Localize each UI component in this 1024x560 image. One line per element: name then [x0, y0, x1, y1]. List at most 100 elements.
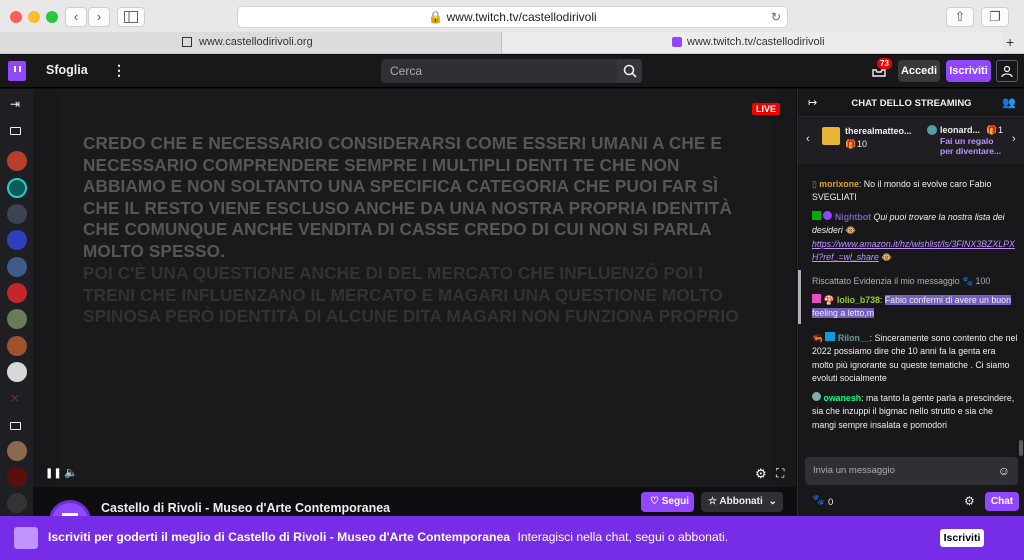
video-camera-icon — [10, 422, 21, 430]
gift-icon — [822, 127, 840, 145]
redemption-notice: Riscattato Evidenzia il mio messaggio 🐾 … — [812, 275, 1018, 288]
emoji-picker-icon[interactable]: ☺ — [998, 457, 1010, 485]
tab-castellodirivoli-org[interactable]: www.castellodirivoli.org — [0, 32, 502, 53]
gift-leaderboard: ‹ therealmatteo... 🎁 10 leonard... 🎁 1 F… — [798, 118, 1024, 164]
search-input[interactable]: Cerca — [381, 59, 617, 83]
browse-link[interactable]: Sfoglia — [46, 63, 88, 77]
banner-headline: Iscriviti per goderti il meglio di Caste… — [48, 530, 511, 544]
chevron-right-icon[interactable]: › — [1012, 133, 1016, 145]
channel-avatar[interactable] — [7, 257, 27, 277]
banner-signup-button[interactable]: Iscriviti — [940, 529, 984, 547]
fullscreen-icon[interactable]: ⛶ — [776, 466, 784, 481]
badge-icon: 🍄 — [823, 295, 835, 305]
chat-message-input[interactable]: Invia un messaggio ☺ — [805, 457, 1018, 485]
chat-username[interactable]: morixone — [819, 179, 859, 189]
channel-avatar[interactable] — [7, 362, 27, 382]
gift-count-icon: 🎁 — [986, 125, 998, 135]
more-options-icon[interactable]: ⋮ — [112, 62, 126, 79]
redemption-text: Riscattato Evidenzia il mio messaggio — [812, 276, 960, 286]
follow-label: Segui — [661, 496, 689, 507]
badge-icon: 🦐 — [812, 333, 823, 343]
gifter-count: 1 — [998, 125, 1004, 135]
badge-icon — [812, 294, 821, 303]
tab-twitch[interactable]: www.twitch.tv/castellodirivoli — [503, 32, 1003, 53]
chat-username[interactable]: owanesh — [823, 393, 861, 403]
banner-subtext: Interagisci nella chat, segui o abbonati… — [517, 530, 729, 544]
pause-icon[interactable]: ❚❚ — [45, 468, 62, 479]
send-chat-button[interactable]: Chat — [985, 492, 1019, 511]
share-button[interactable]: ⇧ — [946, 7, 974, 27]
gifter-name[interactable]: therealmatteo... — [845, 126, 912, 136]
volume-icon[interactable]: 🔈 — [64, 466, 78, 479]
twitch-logo-icon[interactable] — [8, 61, 26, 81]
channel-avatar[interactable] — [7, 493, 27, 513]
chat-message: Nightbot Qui puoi trovare la nostra list… — [812, 211, 1018, 265]
gift-promo-link[interactable]: Fai un regalo per diventare... — [940, 136, 1002, 156]
channel-avatar[interactable] — [7, 336, 27, 356]
search-button[interactable] — [617, 59, 642, 83]
channel-avatar[interactable] — [7, 204, 27, 224]
channel-avatar[interactable] — [7, 283, 27, 303]
back-button[interactable]: ‹ — [65, 7, 87, 27]
favicon-icon — [182, 37, 192, 47]
chevron-left-icon[interactable]: ‹ — [806, 133, 810, 145]
chat-message: owanesh: ma tanto la gente parla a presc… — [812, 392, 1015, 430]
gifter-name[interactable]: leonard... — [940, 125, 980, 135]
chat-title: CHAT DELLO STREAMING — [851, 98, 972, 109]
chat-scrollbar[interactable] — [1019, 440, 1023, 456]
tab-overview-button[interactable]: ❐ — [981, 7, 1009, 27]
channel-name[interactable]: Castello di Rivoli - Museo d'Arte Contem… — [101, 501, 390, 515]
channel-avatar[interactable] — [7, 178, 27, 198]
user-avatar — [927, 125, 937, 135]
video-player[interactable]: Credo che e necessario considerarsi come… — [33, 89, 796, 487]
forward-button[interactable]: › — [88, 7, 110, 27]
community-icon[interactable]: 👥 — [1002, 96, 1016, 109]
new-tab-button[interactable]: + — [1006, 32, 1024, 53]
channel-avatar[interactable] — [7, 467, 27, 487]
caption-text-next: Poi c'è una questione anche di del merca… — [83, 263, 739, 326]
video-camera-icon — [10, 127, 21, 135]
chat-link[interactable]: https://www.amazon.it/hz/wishlist/ls/3FI… — [812, 239, 1015, 262]
channel-avatar[interactable] — [7, 441, 27, 461]
address-text: www.twitch.tv/castellodirivoli — [446, 10, 597, 24]
expand-sidebar-icon[interactable]: ⇥ — [10, 97, 20, 111]
top-navigation: Sfoglia ⋮ Cerca 73 Accedi Iscriviti — [0, 55, 1024, 88]
notifications-button[interactable]: 73 — [872, 58, 892, 77]
heart-icon: ♡ — [650, 496, 659, 507]
search-icon — [623, 64, 637, 78]
emote-icon: 🐵 — [845, 225, 857, 236]
close-window-button[interactable] — [10, 11, 22, 23]
subscribe-button[interactable]: ☆ Abbonati ⌄ — [701, 492, 783, 512]
channel-avatar[interactable] — [7, 309, 27, 329]
follow-button[interactable]: ♡ Segui — [641, 492, 694, 512]
notification-badge: 73 — [877, 58, 892, 69]
verified-badge-icon — [823, 211, 833, 220]
user-menu-button[interactable] — [996, 60, 1018, 82]
login-button[interactable]: Accedi — [898, 60, 940, 82]
chat-message-highlighted: 🍄 lolio_b738: Fabio confermi di avere un… — [812, 294, 1011, 319]
chat-message: ▯ morixone: No il mondo si evolve caro F… — [812, 179, 992, 203]
signup-button[interactable]: Iscriviti — [946, 60, 991, 82]
offline-channel-icon[interactable]: ✕ — [10, 392, 19, 405]
chat-username[interactable]: lolio_b738 — [837, 295, 880, 305]
maximize-window-button[interactable] — [46, 11, 58, 23]
gifter-count: 10 — [857, 139, 868, 149]
sidebar-toggle-button[interactable] — [117, 7, 145, 27]
chat-username[interactable]: Rilon__ — [838, 333, 870, 343]
channel-avatar[interactable] — [7, 230, 27, 250]
sidebar-icon — [124, 11, 138, 23]
points-value: 100 — [975, 276, 991, 286]
channel-avatar[interactable] — [7, 151, 27, 171]
reload-icon[interactable]: ↻ — [771, 7, 781, 27]
moderator-badge-icon — [812, 211, 821, 220]
badge-icon — [812, 392, 821, 401]
channel-points-value: 0 — [828, 497, 834, 508]
live-badge: LIVE — [752, 103, 781, 115]
chat-username[interactable]: Nightbot — [835, 212, 871, 222]
minimize-window-button[interactable] — [28, 11, 40, 23]
settings-gear-icon[interactable]: ⚙ — [755, 466, 767, 482]
chat-settings-gear-icon[interactable]: ⚙ — [964, 494, 975, 508]
address-bar[interactable]: 🔒 www.twitch.tv/castellodirivoli ↻ — [237, 6, 788, 28]
highlight-bar — [798, 270, 801, 324]
channel-points-icon[interactable]: 🐾 — [812, 495, 824, 506]
